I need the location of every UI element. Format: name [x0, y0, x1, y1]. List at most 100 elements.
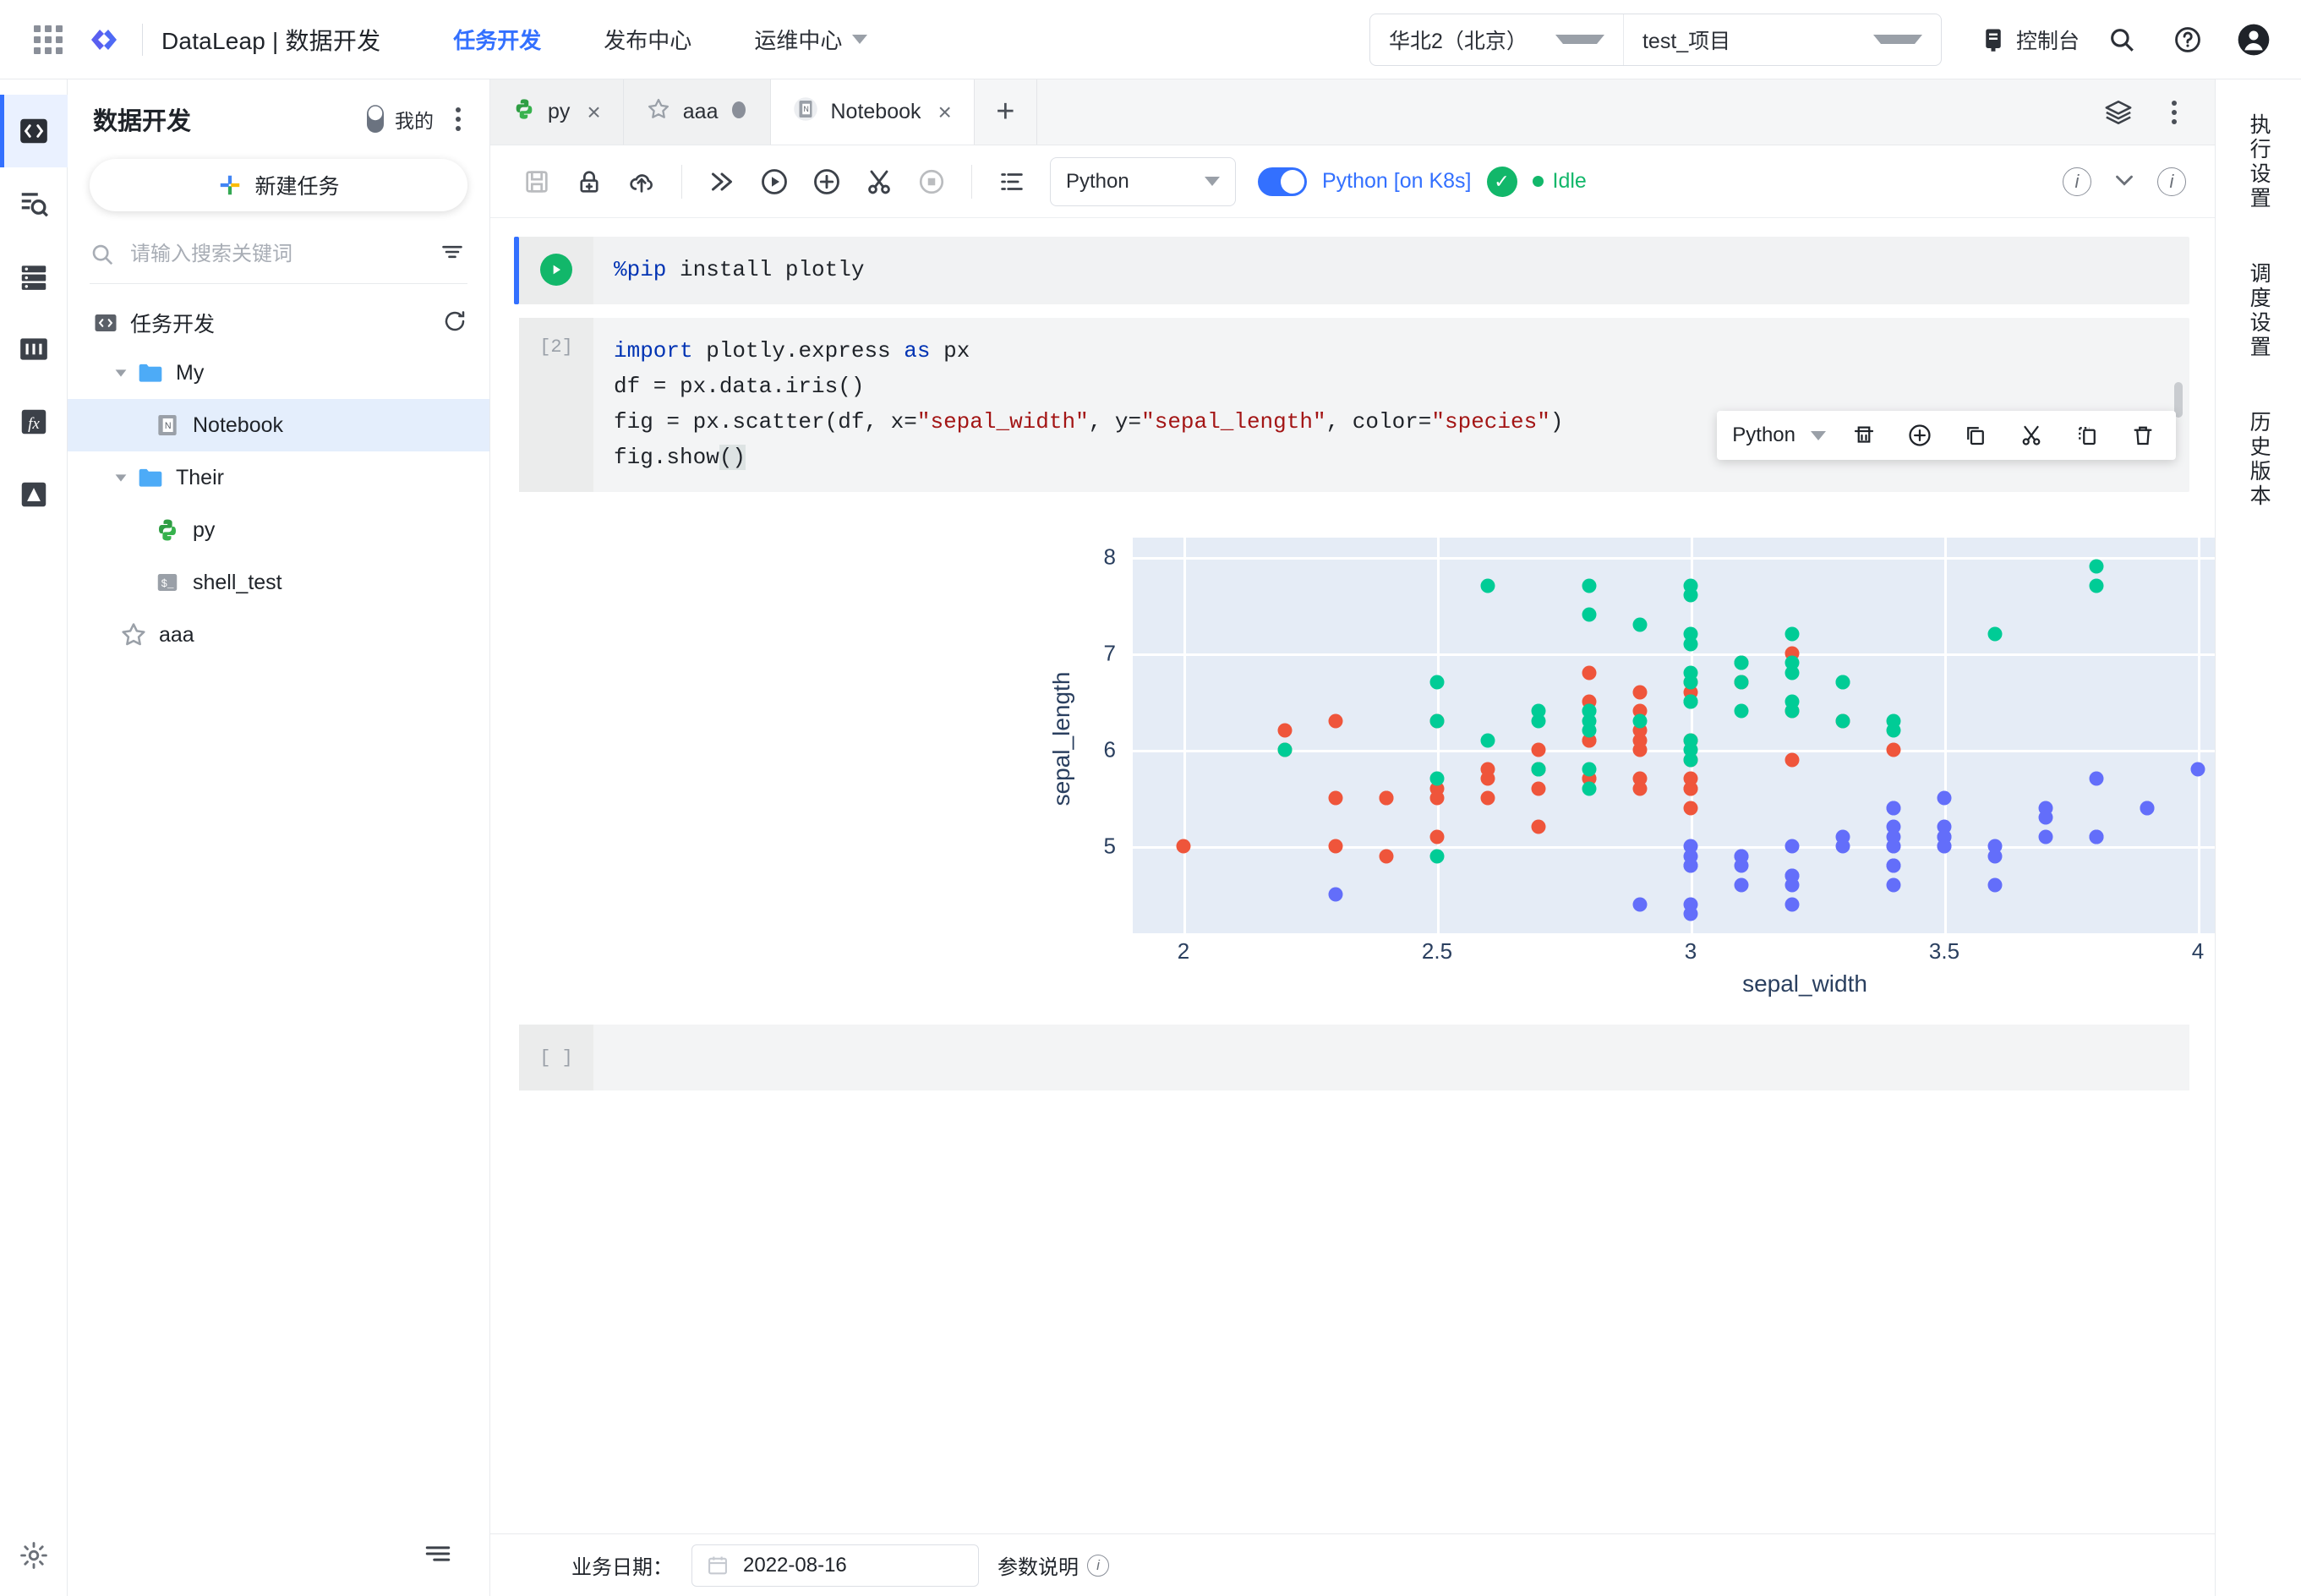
scatter-point	[1683, 578, 1698, 593]
run-all-icon[interactable]	[696, 156, 748, 208]
tree-node-py[interactable]: py	[68, 504, 489, 556]
rail-item-search-doc[interactable]	[0, 167, 68, 240]
tab-py[interactable]: py ×	[490, 79, 624, 145]
scatter-point	[1835, 713, 1850, 729]
project-select[interactable]: test_项目	[1624, 14, 1941, 65]
business-date-input[interactable]: 2022-08-16	[691, 1544, 979, 1587]
tab-aaa[interactable]: aaa	[623, 79, 772, 145]
scatter-point	[1632, 771, 1648, 786]
cell-code[interactable]: %pip install plotly	[593, 237, 2189, 304]
lock-add-icon[interactable]	[563, 156, 615, 208]
stop-icon[interactable]	[905, 156, 958, 208]
notebook-cell[interactable]: [ ]	[519, 1025, 2189, 1090]
cut-cell-icon[interactable]	[853, 156, 905, 208]
run-cell-icon[interactable]	[748, 156, 801, 208]
scatter-point	[1683, 801, 1698, 816]
clear-output-icon[interactable]	[1846, 418, 1882, 453]
add-cell-icon[interactable]	[1902, 418, 1938, 453]
close-icon[interactable]: ×	[938, 100, 952, 124]
right-tab-exec-settings[interactable]: 执行设置	[2245, 113, 2271, 211]
kernel-language-select[interactable]: Python	[1050, 156, 1236, 206]
nav-item-ops-center[interactable]: 运维中心	[754, 24, 868, 55]
rail-item-drive[interactable]	[0, 458, 68, 531]
search-icon[interactable]	[2098, 16, 2145, 63]
param-help-link[interactable]: 参数说明 i	[997, 1550, 1109, 1580]
info-icon[interactable]: i	[2157, 167, 2186, 196]
info-icon[interactable]: i	[2063, 167, 2091, 196]
right-tab-history-versions[interactable]: 历史版本	[2245, 411, 2271, 509]
add-tab-button[interactable]: +	[975, 79, 1037, 145]
tree-node-their[interactable]: Their	[68, 451, 489, 504]
mine-toggle[interactable]: 我的	[366, 105, 434, 134]
scatter-point	[1582, 762, 1597, 777]
scatter-point	[1531, 762, 1546, 777]
tree-node-shell-test[interactable]: $_ shell_test	[68, 556, 489, 609]
upload-cloud-icon[interactable]	[615, 156, 668, 208]
scatter-point	[1835, 675, 1850, 690]
code-token: plotly.express	[692, 338, 905, 363]
new-task-button[interactable]: 新建任务	[90, 159, 467, 211]
gridline-horizontal	[1133, 653, 2215, 656]
tab-modified-dot-icon[interactable]	[730, 98, 748, 126]
tree-node-my[interactable]: My	[68, 347, 489, 399]
save-icon[interactable]	[511, 156, 563, 208]
help-icon[interactable]	[2164, 16, 2211, 63]
outline-icon[interactable]	[986, 156, 1038, 208]
kernel-toggle[interactable]	[1258, 167, 1307, 196]
layers-icon[interactable]	[2095, 89, 2142, 136]
search-input[interactable]	[128, 241, 424, 267]
add-cell-icon[interactable]	[801, 156, 853, 208]
notebook-cell[interactable]: %pip install plotly	[514, 237, 2189, 304]
rail-item-settings[interactable]	[19, 1515, 49, 1596]
tab-notebook[interactable]: N Notebook ×	[771, 79, 975, 145]
collapse-panel-icon[interactable]	[424, 1539, 452, 1572]
tree-node-aaa[interactable]: aaa	[68, 609, 489, 661]
nav-item-task-dev[interactable]: 任务开发	[453, 24, 541, 55]
code-token: , y=	[1088, 409, 1142, 435]
copy-cell-icon[interactable]	[1958, 418, 1993, 453]
top-navigation: 任务开发 发布中心 运维中心	[453, 24, 868, 55]
tree-node-label: py	[193, 517, 216, 542]
region-select[interactable]: 华北2（北京）	[1370, 14, 1624, 65]
y-axis-tick: 7	[1103, 640, 1116, 666]
notebook-cell[interactable]: [2] import plotly.express as px df = px.…	[519, 318, 2189, 492]
chevron-down-icon[interactable]	[107, 468, 135, 487]
notebook-icon: N	[152, 412, 183, 439]
close-icon[interactable]: ×	[587, 100, 600, 124]
scatter-point	[1480, 790, 1495, 806]
rail-item-function[interactable]: fx	[0, 385, 68, 458]
gridline-vertical	[1437, 538, 1440, 933]
more-options-icon[interactable]	[2151, 89, 2198, 136]
tree-node-notebook[interactable]: N Notebook	[68, 399, 489, 451]
toolbar-divider	[681, 164, 682, 199]
run-cell-icon[interactable]	[540, 254, 572, 286]
cell-code[interactable]: import plotly.express as px df = px.data…	[593, 318, 2189, 492]
nav-item-publish-center[interactable]: 发布中心	[604, 24, 691, 55]
delete-cell-icon[interactable]	[2125, 418, 2161, 453]
right-tab-schedule-settings[interactable]: 调度设置	[2245, 262, 2271, 360]
refresh-icon[interactable]	[442, 309, 467, 338]
rail-item-database[interactable]	[0, 240, 68, 313]
chevron-down-icon[interactable]	[2110, 165, 2139, 198]
chevron-down-icon[interactable]	[107, 363, 135, 382]
console-button[interactable]: 控制台	[1981, 25, 2080, 55]
scatter-point	[1987, 626, 2003, 642]
plus-colored-icon	[221, 175, 240, 195]
info-icon[interactable]: i	[1087, 1554, 1109, 1577]
cell-code[interactable]	[593, 1025, 2189, 1090]
rail-item-table-columns[interactable]	[0, 313, 68, 385]
cut-cell-icon[interactable]	[2014, 418, 2049, 453]
user-avatar-icon[interactable]	[2230, 16, 2277, 63]
paste-cell-icon[interactable]	[2069, 418, 2105, 453]
plotly-scatter-chart[interactable]: 567822.533.544.5 sepal_length sepal_widt…	[490, 529, 2215, 1003]
business-date-label: 业务日期：	[571, 1556, 673, 1579]
rail-item-code[interactable]	[0, 95, 68, 167]
scatter-point	[2089, 578, 2104, 593]
scatter-point	[1683, 694, 1698, 709]
apps-grid-icon[interactable]	[34, 25, 63, 54]
more-options-icon[interactable]	[451, 102, 466, 136]
scatter-point	[1176, 839, 1191, 854]
cell-language-select[interactable]: Python	[1732, 424, 1826, 447]
filter-icon[interactable]	[437, 237, 467, 271]
scatter-point	[1785, 877, 1800, 893]
